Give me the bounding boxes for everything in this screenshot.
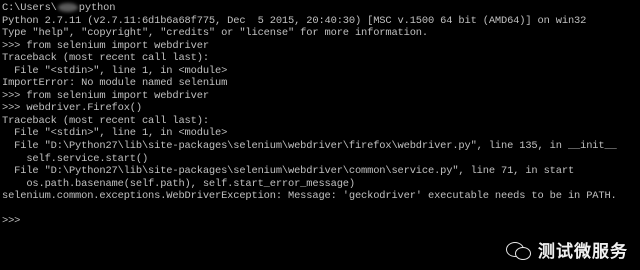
output-line: File "<stdin>", line 1, in <module>	[2, 64, 228, 77]
repl-input-line: >>> webdriver.Firefox()	[2, 102, 142, 115]
repl-prompt[interactable]: >>>	[2, 215, 640, 228]
output-line: Python 2.7.11 (v2.7.11:6d1b6a68f775, Dec…	[2, 14, 587, 27]
output-line: File "<stdin>", line 1, in <module>	[2, 127, 228, 140]
console-window[interactable]: C:\Users\ python Python 2.7.11 (v2.7.11:6…	[0, 0, 640, 270]
output-line: File "D:\Python27\lib\site-packages\sele…	[2, 140, 617, 153]
prompt-path: C:\Users\	[2, 2, 57, 14]
wechat-icon	[506, 240, 532, 260]
output-line: File "D:\Python27\lib\site-packages\sele…	[2, 165, 575, 178]
error-line: selenium.common.exceptions.WebDriverExce…	[2, 190, 617, 203]
watermark: 测试微服务	[506, 237, 628, 262]
output-line: Traceback (most recent call last):	[2, 114, 209, 127]
error-line: ImportError: No module named selenium	[2, 77, 228, 90]
repl-input-line: >>> from selenium import webdriver	[2, 39, 209, 52]
output-line: Traceback (most recent call last):	[2, 52, 209, 65]
redacted-username	[57, 2, 78, 12]
prompt-command: python	[78, 2, 116, 14]
repl-input-line: >>> from selenium import webdriver	[2, 89, 209, 102]
output-line: Type "help", "copyright", "credits" or "…	[2, 27, 428, 40]
output-line: os.path.basename(self.path), self.start_…	[2, 177, 355, 190]
output-line: self.service.start()	[2, 152, 149, 165]
command-prompt-line: C:\Users\ python	[2, 2, 640, 15]
watermark-text: 测试微服务	[538, 242, 628, 262]
